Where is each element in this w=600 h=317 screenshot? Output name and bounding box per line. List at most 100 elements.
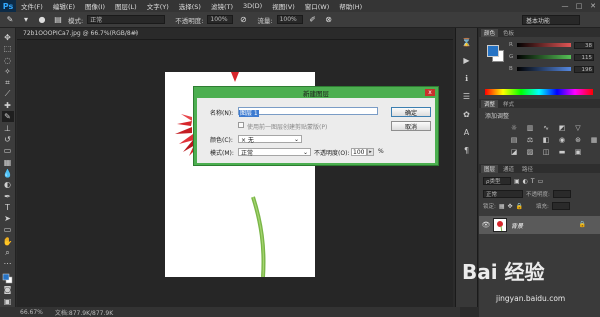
pressure-size-icon[interactable]: ⊗ [323,14,335,25]
character-panel-icon[interactable]: A [460,126,474,138]
zoom-tool-icon[interactable]: ⌕ [2,247,14,258]
layer-kind-select[interactable]: ρ类型 [483,177,511,185]
color-swatches-icon[interactable] [2,273,14,284]
hand-tool-icon[interactable]: ✋ [2,236,14,247]
document-size[interactable]: 文档:877.9K/877.9K [55,308,113,317]
dialog-titlebar[interactable]: 新建图层 [194,87,438,98]
exposure-icon[interactable]: ◩ [557,123,567,132]
black-white-icon[interactable]: ◧ [541,135,551,144]
ok-button[interactable]: 确定 [391,107,431,117]
layer-opacity-field[interactable] [552,190,571,198]
color-spectrum-bar[interactable] [485,89,593,95]
brush-presets-icon[interactable]: ✿ [460,108,474,120]
document-tab[interactable]: 72b1OOOPICa7.jpg @ 66.7%(RGB/8#) × [17,28,453,40]
slider-track-r[interactable] [517,43,571,47]
menu-file[interactable]: 文件(F) [16,1,48,11]
filter-pixel-icon[interactable]: ▣ [514,178,520,185]
channel-mixer-icon[interactable]: ⊛ [573,135,583,144]
gradient-map-icon[interactable]: ▬ [557,147,567,156]
dropdown-arrow-icon[interactable]: ▾ [20,14,32,25]
minimize-button[interactable]: — [558,0,572,12]
color-balance-icon[interactable]: ⚖ [525,135,535,144]
visibility-eye-icon[interactable]: 👁 [479,221,493,229]
zoom-level[interactable]: 66.67% [20,309,43,316]
slider-value-r[interactable]: 38 [574,41,594,49]
lock-position-icon[interactable]: ✥ [508,203,513,210]
photo-filter-icon[interactable]: ◉ [557,135,567,144]
blur-tool-icon[interactable]: 💧 [2,168,14,179]
path-select-tool-icon[interactable]: ➤ [2,213,14,224]
tab-channels[interactable]: 通道 [500,165,517,173]
layer-name-input[interactable]: 图层 1 [238,107,378,117]
maximize-button[interactable]: □ [572,0,586,12]
brush-tool-icon[interactable]: ✎ [1,111,14,123]
menu-filter[interactable]: 滤镜(T) [206,1,238,11]
clipping-mask-checkbox[interactable] [238,122,244,128]
healing-tool-icon[interactable]: ✚ [2,100,14,111]
tab-swatches[interactable]: 色板 [500,29,517,37]
mode-select[interactable]: 正常 [87,15,166,24]
curves-icon[interactable]: ∿ [541,123,551,132]
clone-stamp-tool-icon[interactable]: ⊥ [2,123,14,134]
brightness-icon[interactable]: ☼ [509,123,519,132]
slider-value-b[interactable]: 196 [574,65,594,73]
brush-preset-icon[interactable]: ✎ [4,14,16,25]
properties-panel-icon[interactable]: ☰ [460,90,474,102]
layer-name[interactable]: 背景 [511,221,523,230]
more-tools-icon[interactable]: ⋯ [2,259,14,270]
screen-mode-icon[interactable]: ▣ [2,296,14,307]
menu-type[interactable]: 文字(Y) [142,1,174,11]
opacity-select[interactable]: 100% [207,15,234,24]
threshold-icon[interactable]: ◫ [541,147,551,156]
invert-icon[interactable]: ◪ [509,147,519,156]
layer-row-background[interactable]: 👁 背景 🔒 [479,216,600,234]
brush-size-icon[interactable]: ● [36,14,48,25]
tab-paths[interactable]: 路径 [519,165,536,173]
posterize-icon[interactable]: ▨ [525,147,535,156]
dodge-tool-icon[interactable]: ◐ [2,179,14,190]
pen-tool-icon[interactable]: ✒ [2,191,14,202]
menu-layer[interactable]: 图层(L) [110,1,142,11]
close-window-button[interactable]: ✕ [586,0,600,12]
history-panel-icon[interactable]: ⌛ [460,36,474,48]
filter-type-icon[interactable]: T [531,178,535,185]
type-tool-icon[interactable]: T [2,202,14,213]
airbrush-icon[interactable]: ✐ [307,14,319,25]
dialog-close-button[interactable]: x [425,89,435,96]
color-lookup-icon[interactable]: ▦ [589,135,599,144]
menu-view[interactable]: 视图(V) [267,1,300,11]
layer-blend-select[interactable]: 正常 [483,190,523,198]
move-tool-icon[interactable]: ✥ [2,32,14,43]
canvas-area[interactable] [17,40,453,307]
menu-3d[interactable]: 3D(D) [238,2,267,10]
filter-shape-icon[interactable]: ▭ [538,178,544,185]
lock-pixels-icon[interactable]: ▦ [499,203,505,210]
quick-select-tool-icon[interactable]: ✧ [2,66,14,77]
history-brush-tool-icon[interactable]: ↺ [2,134,14,145]
menu-select[interactable]: 选择(S) [174,1,206,11]
slider-value-g[interactable]: 115 [574,53,594,61]
menu-image[interactable]: 图像(I) [80,1,110,11]
tab-adjustments[interactable]: 调整 [481,99,499,108]
vibrance-icon[interactable]: ▽ [573,123,583,132]
eraser-tool-icon[interactable]: ▭ [2,145,14,156]
layer-fill-field[interactable] [551,202,570,210]
mode-select-dialog[interactable]: 正常 ⌄ [238,148,311,157]
shape-tool-icon[interactable]: ▭ [2,225,14,236]
opacity-input[interactable]: 100 [351,148,367,156]
tab-styles[interactable]: 样式 [500,100,517,108]
filter-adjust-icon[interactable]: ◐ [523,178,528,185]
color-select[interactable]: × 无 ⌄ [238,135,302,144]
eyedropper-tool-icon[interactable]: ⟋ [2,89,14,100]
levels-icon[interactable]: ▥ [525,123,535,132]
slider-track-b[interactable] [517,67,571,71]
gradient-tool-icon[interactable]: ▦ [2,157,14,168]
cancel-button[interactable]: 取消 [391,121,431,131]
tab-color[interactable]: 颜色 [481,28,499,37]
lock-all-icon[interactable]: 🔒 [516,203,523,210]
brush-panel-icon[interactable]: ▤ [52,14,64,25]
workspace-select[interactable]: 基本功能 [522,15,580,25]
crop-tool-icon[interactable]: ⌗ [2,77,14,88]
opacity-arrow-icon[interactable]: ▸ [367,148,374,156]
menu-edit[interactable]: 编辑(E) [48,1,80,11]
